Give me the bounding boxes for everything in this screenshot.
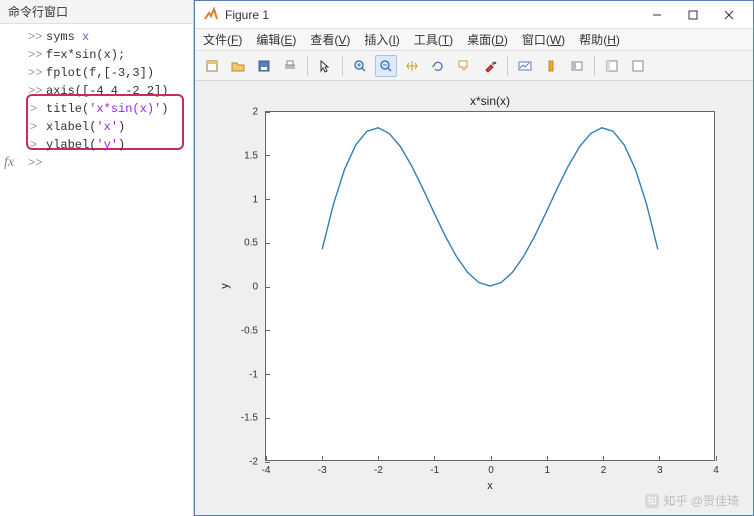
y-tick-label: 1.5 <box>244 150 258 161</box>
svg-text:知: 知 <box>648 495 657 506</box>
print-button[interactable] <box>279 55 301 77</box>
toolbar-separator <box>594 56 595 76</box>
prompt: >> <box>28 65 42 81</box>
pointer-button[interactable] <box>314 55 336 77</box>
menu-desktop[interactable]: 桌面(D) <box>467 31 508 48</box>
menu-window[interactable]: 窗口(W) <box>522 31 565 48</box>
rotate-button[interactable] <box>427 55 449 77</box>
y-tick-label: 1 <box>252 194 258 205</box>
close-button[interactable] <box>711 2 747 28</box>
y-tick-label: 2 <box>252 107 258 118</box>
plot-curve <box>266 112 714 460</box>
plot-title: x*sin(x) <box>266 94 714 108</box>
menu-help[interactable]: 帮助(H) <box>579 31 620 48</box>
prompt: >> <box>28 83 42 99</box>
menu-file[interactable]: 文件(F) <box>203 31 242 48</box>
watermark: 知 知乎 @贺佳琦 <box>645 492 739 509</box>
x-tick-label: -1 <box>430 465 439 476</box>
axes[interactable]: x*sin(x) y x -4-3-2-101234-2-1.5-1-0.500… <box>265 111 715 461</box>
command-window-body[interactable]: >>syms x >>f=x*sin(x); >>fplot(f,[-3,3])… <box>0 24 193 516</box>
code-line: syms x <box>46 29 89 45</box>
y-tick-label: -2 <box>249 457 258 468</box>
menu-tools[interactable]: 工具(T) <box>414 31 453 48</box>
y-tick-label: 0.5 <box>244 238 258 249</box>
prompt: >> <box>28 47 42 63</box>
fx-indicator: fx <box>4 155 14 171</box>
maximize-button[interactable] <box>675 2 711 28</box>
y-axis-label: y <box>219 283 231 289</box>
x-tick-label: -4 <box>262 465 271 476</box>
y-tick-label: 0 <box>252 282 258 293</box>
menu-insert[interactable]: 插入(I) <box>364 31 399 48</box>
toolbar-separator <box>507 56 508 76</box>
new-figure-button[interactable] <box>201 55 223 77</box>
x-tick-label: 4 <box>713 465 719 476</box>
figure-titlebar[interactable]: Figure 1 <box>195 1 753 29</box>
code-line: title('x*sin(x)') <box>46 101 168 117</box>
save-button[interactable] <box>253 55 275 77</box>
zoom-out-button[interactable] <box>375 55 397 77</box>
menu-edit[interactable]: 编辑(E) <box>256 31 296 48</box>
y-tick-label: -1.5 <box>241 413 258 424</box>
plot-area[interactable]: x*sin(x) y x -4 -3 -2 -1 0 1 2 3 4 -2 -1.5 -1 -0.5 0 0… <box>195 81 753 515</box>
code-line: f=x*sin(x); <box>46 47 125 63</box>
x-axis-label: x <box>266 480 714 492</box>
command-window: 命令行窗口 >>syms x >>f=x*sin(x); >>fplot(f,[… <box>0 0 194 516</box>
y-tick-label: -1 <box>249 369 258 380</box>
x-tick-label: 1 <box>544 465 550 476</box>
x-tick-label: 2 <box>601 465 607 476</box>
x-tick-label: 3 <box>657 465 663 476</box>
x-tick-label: -3 <box>318 465 327 476</box>
legend-button[interactable] <box>566 55 588 77</box>
colorbar-button[interactable] <box>540 55 562 77</box>
open-button[interactable] <box>227 55 249 77</box>
link-axes-button[interactable] <box>514 55 536 77</box>
figure-window: Figure 1 文件(F) 编辑(E) 查看(V) 插入(I) 工具(T) 桌… <box>194 0 754 516</box>
minimize-button[interactable] <box>639 2 675 28</box>
code-line: fplot(f,[-3,3]) <box>46 65 154 81</box>
prompt: > <box>30 119 37 135</box>
figure-title: Figure 1 <box>225 8 639 22</box>
prompt: >> <box>28 155 42 171</box>
code-line: ylabel('y') <box>46 137 125 153</box>
datatip-button[interactable] <box>453 55 475 77</box>
pan-button[interactable] <box>401 55 423 77</box>
figure-menubar: 文件(F) 编辑(E) 查看(V) 插入(I) 工具(T) 桌面(D) 窗口(W… <box>195 29 753 51</box>
hide-tools-button[interactable] <box>627 55 649 77</box>
code-line: xlabel('x') <box>46 119 125 135</box>
code-line: axis([-4 4 -2 2]) <box>46 83 168 99</box>
x-tick-label: 0 <box>488 465 494 476</box>
menu-view[interactable]: 查看(V) <box>310 31 350 48</box>
figure-toolbar <box>195 51 753 81</box>
toolbar-separator <box>342 56 343 76</box>
plot-tools-button[interactable] <box>601 55 623 77</box>
prompt: > <box>30 137 37 153</box>
zoom-in-button[interactable] <box>349 55 371 77</box>
toolbar-separator <box>307 56 308 76</box>
matlab-icon <box>203 7 219 23</box>
prompt: > <box>30 101 37 117</box>
prompt: >> <box>28 29 42 45</box>
brush-button[interactable] <box>479 55 501 77</box>
command-window-title: 命令行窗口 <box>0 0 193 24</box>
x-tick-label: -2 <box>374 465 383 476</box>
y-tick-label: -0.5 <box>241 325 258 336</box>
